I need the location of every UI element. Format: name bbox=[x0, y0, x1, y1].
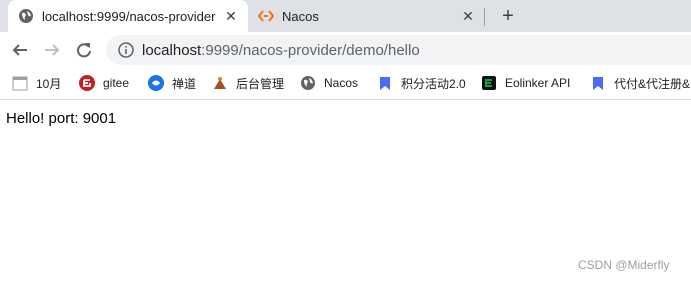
reload-icon bbox=[77, 43, 91, 58]
globe-icon bbox=[300, 75, 316, 91]
gitee-icon bbox=[79, 75, 95, 91]
bookmark-zentao[interactable]: 禅道 bbox=[148, 74, 196, 92]
calendar-icon bbox=[12, 75, 28, 91]
bookmark-gitee[interactable]: gitee bbox=[79, 74, 129, 92]
bookmark-label: 后台管理 bbox=[236, 76, 285, 91]
bookmark-eolinker[interactable]: Eolinker API bbox=[481, 74, 570, 92]
close-tab-icon[interactable]: ✕ bbox=[222, 7, 240, 25]
back-button[interactable] bbox=[8, 38, 32, 62]
url-text: localhost:9999/nacos-provider/demo/hello bbox=[142, 42, 420, 59]
bookmark-label: gitee bbox=[103, 76, 130, 90]
close-tab-icon[interactable]: ✕ bbox=[459, 7, 477, 25]
tab-nacos[interactable]: Nacos ✕ bbox=[250, 0, 485, 32]
response-text: Hello! port: 9001 bbox=[6, 110, 117, 127]
bookmark-label: Nacos bbox=[324, 76, 359, 90]
bookmarks-bar: 10月 gitee 禅道 后台管理 Nacos 积分活动2.0 Eolinker… bbox=[0, 68, 691, 100]
bookmark-daifu[interactable]: 代付&代注册& bbox=[590, 74, 690, 92]
bookmark-nacos[interactable]: Nacos bbox=[300, 74, 358, 92]
nacos-icon bbox=[258, 8, 274, 24]
bookmark-admin[interactable]: 后台管理 bbox=[212, 74, 284, 92]
bookmark-label: 代付&代注册& bbox=[614, 76, 691, 91]
new-tab-button[interactable]: + bbox=[497, 5, 519, 27]
watermark: CSDN @Miderfly bbox=[578, 258, 670, 272]
bookmark-icon bbox=[590, 75, 606, 91]
arrow-right-icon bbox=[45, 44, 60, 56]
tab-localhost[interactable]: localhost:9999/nacos-provider ✕ bbox=[8, 0, 248, 32]
bookmark-10yue[interactable]: 10月 bbox=[12, 74, 61, 92]
eolinker-icon bbox=[481, 75, 497, 91]
info-icon[interactable] bbox=[118, 42, 134, 58]
url-host: localhost bbox=[142, 41, 202, 59]
url-path: :9999/nacos-provider/demo/hello bbox=[201, 41, 420, 59]
bookmark-label: 积分活动2.0 bbox=[401, 76, 466, 91]
reload-button[interactable] bbox=[72, 38, 96, 62]
arrow-left-icon bbox=[12, 44, 27, 56]
tab-divider bbox=[484, 8, 485, 26]
forward-button[interactable] bbox=[40, 38, 64, 62]
admin-icon bbox=[212, 75, 228, 91]
page-content: Hello! port: 9001 CSDN @Miderfly bbox=[0, 100, 691, 282]
tab-strip: localhost:9999/nacos-provider ✕ Nacos ✕ … bbox=[0, 0, 691, 32]
bookmark-label: 10月 bbox=[36, 76, 62, 91]
bookmark-label: Eolinker API bbox=[505, 76, 571, 90]
bookmark-jifen[interactable]: 积分活动2.0 bbox=[377, 74, 466, 92]
browser-toolbar: localhost:9999/nacos-provider/demo/hello bbox=[0, 32, 691, 68]
tab-title: Nacos bbox=[282, 8, 319, 24]
address-bar[interactable]: localhost:9999/nacos-provider/demo/hello bbox=[106, 35, 691, 65]
globe-icon bbox=[18, 8, 34, 24]
bookmark-icon bbox=[377, 75, 393, 91]
zentao-icon bbox=[148, 75, 164, 91]
bookmark-label: 禅道 bbox=[172, 76, 197, 91]
tab-title: localhost:9999/nacos-provider bbox=[42, 8, 216, 24]
